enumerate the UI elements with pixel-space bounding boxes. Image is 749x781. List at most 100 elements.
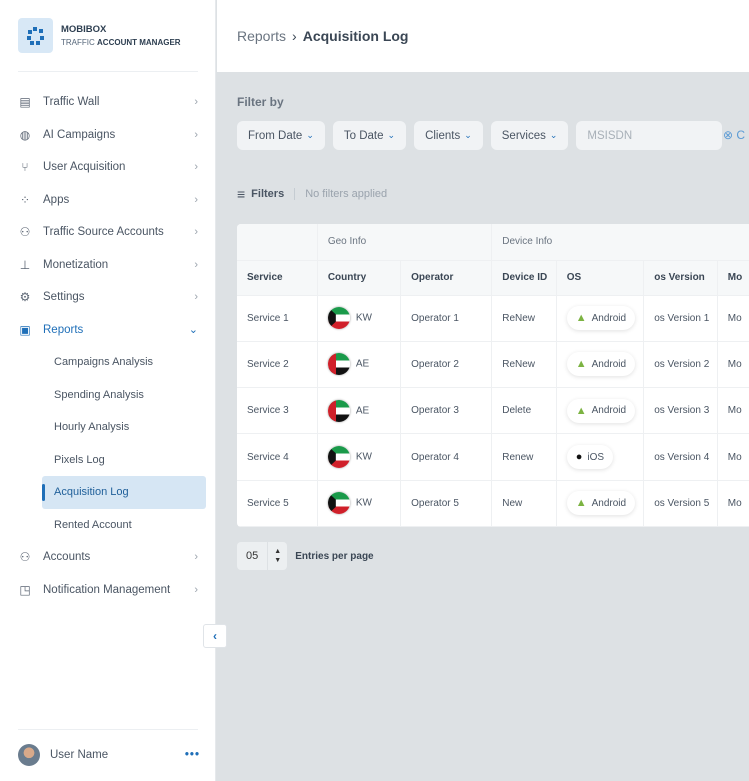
sidebar-item-notification-management[interactable]: ◳ Notification Management › <box>0 574 216 607</box>
sidebar-subitem-acquisition-log[interactable]: Acquisition Log <box>42 476 206 509</box>
table-cell: Mo <box>717 341 749 389</box>
os-badge: ▲ Android <box>566 491 636 516</box>
divider <box>18 729 198 730</box>
chevron-down-icon: ⌄ <box>549 130 558 140</box>
table-row[interactable]: Service 2 AE Operator 2 ReNew ▲ Android os Ver… <box>237 341 749 389</box>
to-date-dropdown[interactable]: To Date ⌄ <box>332 121 407 150</box>
sidebar-subitem-spending-analysis[interactable]: Spending Analysis <box>0 379 216 412</box>
column-header[interactable]: Device ID <box>491 260 557 296</box>
sidebar-item-label: Apps <box>43 193 70 206</box>
sidebar: MOBIBOX TRAFFIC ACCOUNT MANAGER ▤ Traffic… <box>0 0 216 781</box>
sidebar-item-user-acquisition[interactable]: ⑂ User Acquisition › <box>0 151 216 184</box>
sidebar-item-settings[interactable]: ⚙ Settings › <box>0 281 216 314</box>
table-icon: ▤ <box>19 95 31 110</box>
close-circle-icon: ⊗ <box>723 128 734 142</box>
table-cell: os Version 3 <box>643 387 718 435</box>
sidebar-item-monetization[interactable]: ⊥ Monetization › <box>0 249 216 282</box>
table-cell: Service 2 <box>237 341 318 389</box>
sidebar-item-label: Traffic Wall <box>43 96 100 109</box>
increment-icon[interactable]: ▲ <box>265 547 290 556</box>
sidebar-item-ai-campaigns[interactable]: ◍ AI Campaigns › <box>0 119 216 152</box>
page-title: Acquisition Log <box>302 28 409 44</box>
sidebar-item-label: AI Campaigns <box>43 128 116 141</box>
clear-label: C <box>736 128 746 142</box>
column-header[interactable]: Service <box>237 260 318 296</box>
country-cell: AE <box>317 341 402 389</box>
more-icon[interactable]: ••• <box>185 749 200 761</box>
android-icon: ▲ <box>575 312 587 325</box>
logo[interactable]: MOBIBOX TRAFFIC ACCOUNT MANAGER <box>18 18 181 53</box>
flag-icon <box>327 399 350 422</box>
breadcrumb: Reports › Acquisition Log <box>217 0 749 72</box>
table-cell: os Version 5 <box>643 480 718 527</box>
flag-icon <box>327 353 350 376</box>
chevron-right-icon: › <box>194 96 198 109</box>
chevron-down-icon: ⌄ <box>387 130 396 140</box>
decrement-icon[interactable]: ▼ <box>265 556 290 565</box>
notification-icon: ◳ <box>19 582 31 597</box>
os-cell: ▲ Android <box>556 480 645 527</box>
sidebar-item-label: User Acquisition <box>43 161 126 174</box>
collapse-sidebar-button[interactable]: ‹ <box>203 624 227 648</box>
column-header[interactable]: os Version <box>643 260 718 296</box>
table-cell: os Version 1 <box>643 295 718 342</box>
column-header[interactable]: OS <box>556 260 645 296</box>
brand-tag: TRAFFIC <box>61 38 95 47</box>
from-date-label: From Date <box>248 129 303 142</box>
gear-icon: ⚙ <box>19 290 31 305</box>
sidebar-item-accounts[interactable]: ⚇ Accounts › <box>0 541 216 574</box>
sidebar-subitem-rented-account[interactable]: Rented Account <box>0 509 216 542</box>
table-cell: Mo <box>717 295 749 342</box>
services-dropdown[interactable]: Services ⌄ <box>490 121 569 150</box>
filter-icon[interactable]: ≡ <box>237 186 245 202</box>
sidebar-item-reports[interactable]: ▣ Reports ⌄ <box>0 314 216 347</box>
flag-icon <box>327 492 350 515</box>
table-cell: os Version 2 <box>643 341 718 389</box>
country-cell: AE <box>317 387 402 435</box>
table-cell: Operator 5 <box>400 480 493 527</box>
sidebar-item-traffic-wall[interactable]: ▤ Traffic Wall › <box>0 86 216 119</box>
sidebar-subitem-pixels-log[interactable]: Pixels Log <box>0 444 216 477</box>
column-header[interactable]: Country <box>317 260 402 296</box>
clients-dropdown[interactable]: Clients ⌄ <box>414 121 483 150</box>
services-label: Services <box>501 129 546 142</box>
os-badge: ▲ Android <box>566 306 636 331</box>
flag-icon <box>327 446 350 469</box>
column-header[interactable]: Mo <box>717 260 749 296</box>
sidebar-item-traffic-source-accounts[interactable]: ⚇ Traffic Source Accounts › <box>0 216 216 249</box>
table-cell: Operator 2 <box>400 341 493 389</box>
sidebar-item-label: Accounts <box>43 551 91 564</box>
clear-button[interactable]: ⊗ C <box>723 128 745 142</box>
sidebar-item-label: Traffic Source Accounts <box>43 226 164 239</box>
table-row[interactable]: Service 3 AE Operator 3 Delete ▲ Android os Ve… <box>237 387 749 435</box>
from-date-dropdown[interactable]: From Date ⌄ <box>237 121 325 150</box>
table-cell: os Version 4 <box>643 433 718 481</box>
sidebar-item-apps[interactable]: ⁘ Apps › <box>0 184 216 217</box>
msisdn-input[interactable]: MSISDN <box>576 121 723 150</box>
sidebar-item-label: Notification Management <box>43 583 171 596</box>
chevron-right-icon: › <box>194 226 198 239</box>
breadcrumb-parent[interactable]: Reports <box>237 28 286 44</box>
sidebar-subitem-campaigns-analysis[interactable]: Campaigns Analysis <box>0 346 216 379</box>
filter-bar: From Date ⌄ To Date ⌄ Clients ⌄ Services ⌄ M… <box>237 121 723 150</box>
table-cell: Service 1 <box>237 295 318 342</box>
user-profile[interactable]: User Name ••• <box>18 744 200 766</box>
table-row[interactable]: Service 5 KW Operator 5 New ▲ Android os Versi… <box>237 480 749 527</box>
filters-label[interactable]: Filters <box>251 188 284 200</box>
table-cell: Operator 1 <box>400 295 493 342</box>
table-row[interactable]: Service 1 KW Operator 1 ReNew ▲ Android os Ver… <box>237 295 749 342</box>
globe-icon: ◍ <box>19 127 31 142</box>
acquisition-table: Geo Info Device Info Service Country Opera… <box>237 224 749 527</box>
sidebar-item-label: Reports <box>43 323 84 336</box>
os-cell: ▲ Android <box>556 341 645 389</box>
column-header[interactable]: Operator <box>400 260 493 296</box>
brand-name: MOBIBOX <box>61 24 107 35</box>
table-cell: Service 4 <box>237 433 318 481</box>
user-name: User Name <box>50 749 109 761</box>
logo-icon <box>18 18 53 53</box>
table-row[interactable]: Service 4 KW Operator 4 Renew ● iOS os Version… <box>237 433 749 481</box>
accounts-icon: ⚇ <box>19 550 31 565</box>
sidebar-subitem-hourly-analysis[interactable]: Hourly Analysis <box>0 411 216 444</box>
branch-icon: ⑂ <box>21 160 29 175</box>
entries-stepper[interactable]: 05 ▲ ▼ <box>237 542 290 570</box>
